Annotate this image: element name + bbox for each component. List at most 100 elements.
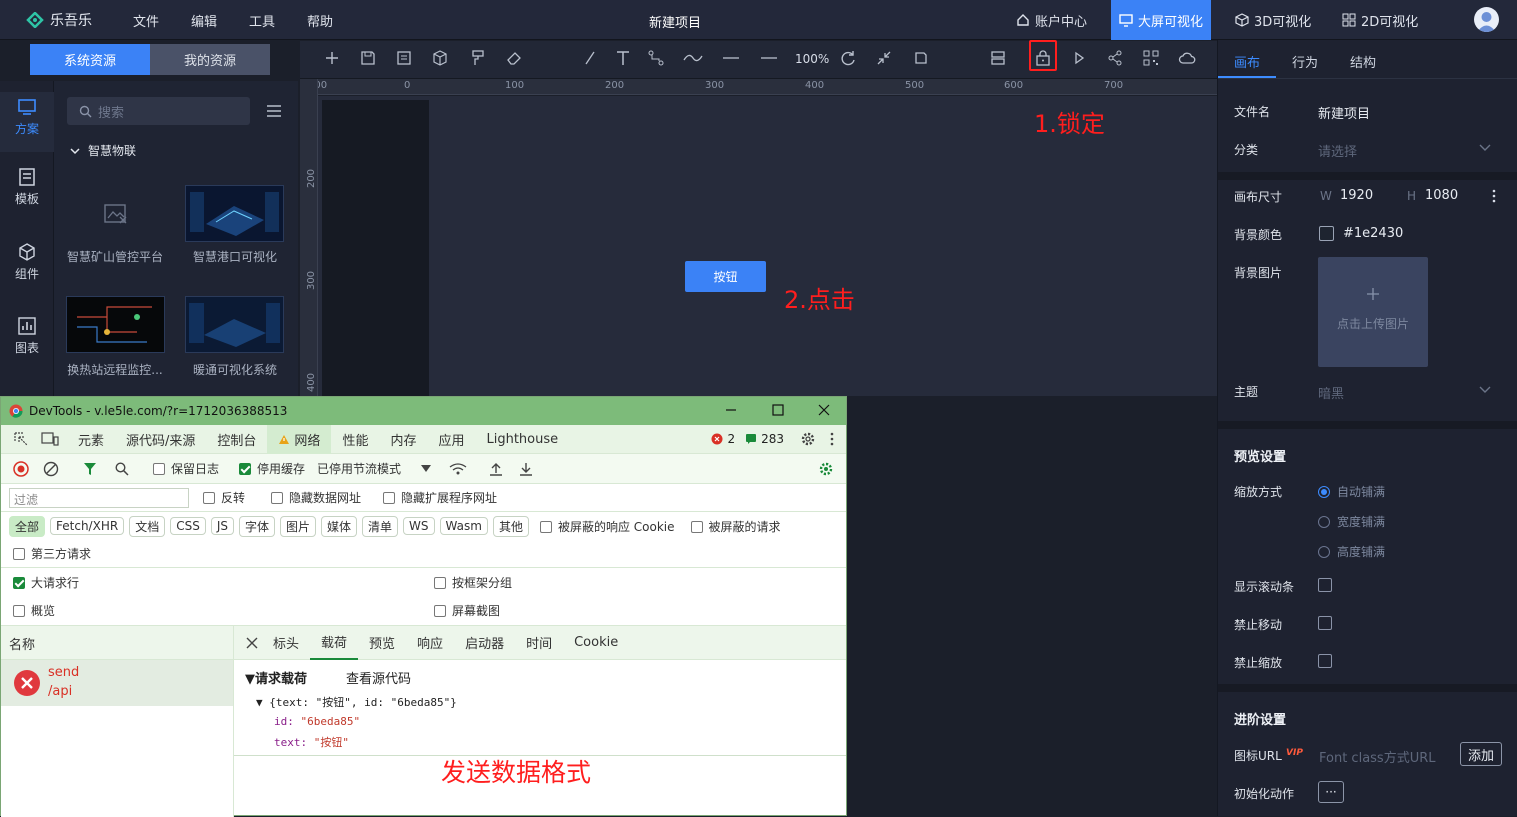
tab-cookies[interactable]: Cookie	[563, 635, 629, 650]
tab-network[interactable]: 网络	[267, 424, 332, 454]
file-name-input[interactable]: 新建项目	[1318, 103, 1370, 122]
payload-section-title[interactable]: ▼请求载荷	[245, 668, 307, 687]
wifi-settings-icon[interactable]	[449, 462, 467, 476]
tab-my-resources[interactable]: 我的资源	[150, 44, 270, 75]
inspect-icon[interactable]	[13, 431, 29, 447]
clear-icon[interactable]	[43, 461, 59, 477]
eraser-icon[interactable]	[505, 49, 523, 67]
category-select[interactable]: 请选择	[1318, 141, 1357, 160]
share-icon[interactable]	[1106, 49, 1124, 67]
overview-checkbox[interactable]: 概览	[13, 602, 434, 619]
thumbnail-image[interactable]	[185, 185, 284, 242]
disable-zoom-checkbox[interactable]	[1318, 654, 1332, 668]
arrow-style-icon[interactable]	[760, 49, 778, 67]
download-icon[interactable]	[519, 462, 533, 476]
height-input[interactable]: 1080	[1425, 188, 1458, 203]
radio-height-fill[interactable]: 高度铺满	[1318, 543, 1385, 560]
tab-console[interactable]: 控制台	[206, 430, 267, 449]
type-img[interactable]: 图片	[280, 515, 317, 537]
name-column-header[interactable]: 名称	[1, 626, 234, 660]
search-icon[interactable]	[115, 461, 129, 476]
disable-cache-checkbox[interactable]: 停用缓存	[239, 460, 305, 477]
cube-icon[interactable]	[431, 49, 449, 67]
tab-initiator[interactable]: 启动器	[454, 633, 515, 652]
caret-down-icon[interactable]	[421, 465, 432, 472]
type-wasm[interactable]: Wasm	[439, 517, 488, 535]
tab-structure[interactable]: 结构	[1350, 52, 1376, 71]
avatar[interactable]	[1474, 7, 1499, 32]
tab-response[interactable]: 响应	[406, 633, 454, 652]
upload-icon[interactable]	[489, 462, 503, 476]
search-input[interactable]: 搜索	[67, 97, 250, 125]
menu-edit[interactable]: 编辑	[191, 11, 217, 30]
color-swatch[interactable]	[1319, 226, 1334, 241]
page-icon[interactable]	[395, 49, 413, 67]
hide-data-urls-checkbox[interactable]: 隐藏数据网址	[271, 489, 361, 506]
type-js[interactable]: JS	[210, 517, 234, 535]
save-icon[interactable]	[359, 49, 377, 67]
zoom-level[interactable]: 100%	[795, 52, 829, 66]
rail-item-template[interactable]: 模板	[0, 168, 54, 207]
thumbnail-placeholder[interactable]	[66, 185, 165, 242]
menu-file[interactable]: 文件	[133, 11, 159, 30]
device-icon[interactable]	[41, 432, 59, 446]
preserve-log-checkbox[interactable]: 保留日志	[153, 460, 219, 477]
blocked-cookie-checkbox[interactable]: 被屏蔽的响应 Cookie	[539, 518, 675, 535]
app-logo[interactable]: 乐吾乐	[26, 10, 92, 30]
menu-help[interactable]: 帮助	[307, 11, 333, 30]
add-button[interactable]: 添加	[1460, 742, 1502, 766]
category-header[interactable]: 智慧物联	[70, 142, 136, 159]
throttle-select[interactable]: 已停用节流模式	[317, 460, 401, 477]
tab-timing[interactable]: 时间	[515, 633, 563, 652]
rail-item-chart[interactable]: 图表	[0, 317, 54, 356]
upload-image-box[interactable]: 点击上传图片	[1318, 257, 1428, 367]
request-row[interactable]: send /api	[1, 660, 234, 706]
disable-move-checkbox[interactable]	[1318, 616, 1332, 630]
type-fetch-xhr[interactable]: Fetch/XHR	[50, 517, 125, 535]
type-other[interactable]: 其他	[492, 515, 529, 537]
thumbnail-image[interactable]	[66, 296, 165, 353]
chevron-down-icon[interactable]	[1479, 144, 1491, 152]
blocked-requests-checkbox[interactable]: 被屏蔽的请求	[690, 518, 781, 535]
record-icon[interactable]	[13, 460, 29, 477]
payload-summary[interactable]: ▼ {text: "按钮", id: "6beda85"}	[256, 694, 457, 710]
thumbnail-label[interactable]: 换热站远程监控...	[55, 361, 175, 378]
more-vertical-icon[interactable]	[1491, 188, 1497, 204]
line-icon[interactable]	[581, 49, 599, 67]
thumbnail-image[interactable]	[185, 296, 284, 353]
play-icon[interactable]	[1070, 49, 1088, 67]
rail-item-solution[interactable]: 方案	[0, 92, 54, 152]
type-doc[interactable]: 文档	[129, 515, 166, 537]
fit-icon[interactable]	[912, 49, 930, 67]
init-action-button[interactable]: ···	[1318, 781, 1344, 803]
thumbnail-label[interactable]: 智慧矿山管控平台	[55, 248, 175, 265]
third-party-checkbox[interactable]: 第三方请求	[13, 545, 91, 562]
big-rows-checkbox[interactable]: 大请求行	[13, 574, 434, 591]
nav-bigscreen[interactable]: 大屏可视化	[1111, 0, 1211, 40]
gear-icon[interactable]	[800, 431, 816, 447]
cloud-icon[interactable]	[1178, 49, 1196, 67]
tab-sources[interactable]: 源代码/来源	[115, 430, 206, 449]
nav-account[interactable]: 账户中心	[1008, 0, 1095, 40]
text-icon[interactable]	[614, 49, 632, 67]
hide-extension-urls-checkbox[interactable]: 隐藏扩展程序网址	[383, 489, 497, 506]
tab-system-resources[interactable]: 系统资源	[30, 44, 150, 75]
close-icon[interactable]	[246, 637, 258, 649]
nav-3d[interactable]: 3D可视化	[1227, 0, 1319, 40]
type-manifest[interactable]: 清单	[362, 515, 399, 537]
radio-width-fill[interactable]: 宽度铺满	[1318, 513, 1385, 530]
tab-headers[interactable]: 标头	[262, 633, 310, 652]
type-media[interactable]: 媒体	[321, 515, 358, 537]
tab-canvas[interactable]: 画布	[1234, 52, 1260, 71]
tab-elements[interactable]: 元素	[67, 430, 115, 449]
editor-canvas[interactable]	[318, 96, 1217, 396]
tab-memory[interactable]: 内存	[379, 430, 427, 449]
close-icon[interactable]	[818, 404, 830, 416]
width-input[interactable]: 1920	[1340, 188, 1373, 203]
type-ws[interactable]: WS	[403, 517, 435, 535]
tab-performance[interactable]: 性能	[331, 430, 379, 449]
chevron-down-icon[interactable]	[1479, 386, 1491, 394]
filter-input[interactable]: 过滤	[9, 487, 189, 508]
message-count[interactable]: 283	[745, 432, 784, 446]
tab-behavior[interactable]: 行为	[1292, 52, 1318, 71]
